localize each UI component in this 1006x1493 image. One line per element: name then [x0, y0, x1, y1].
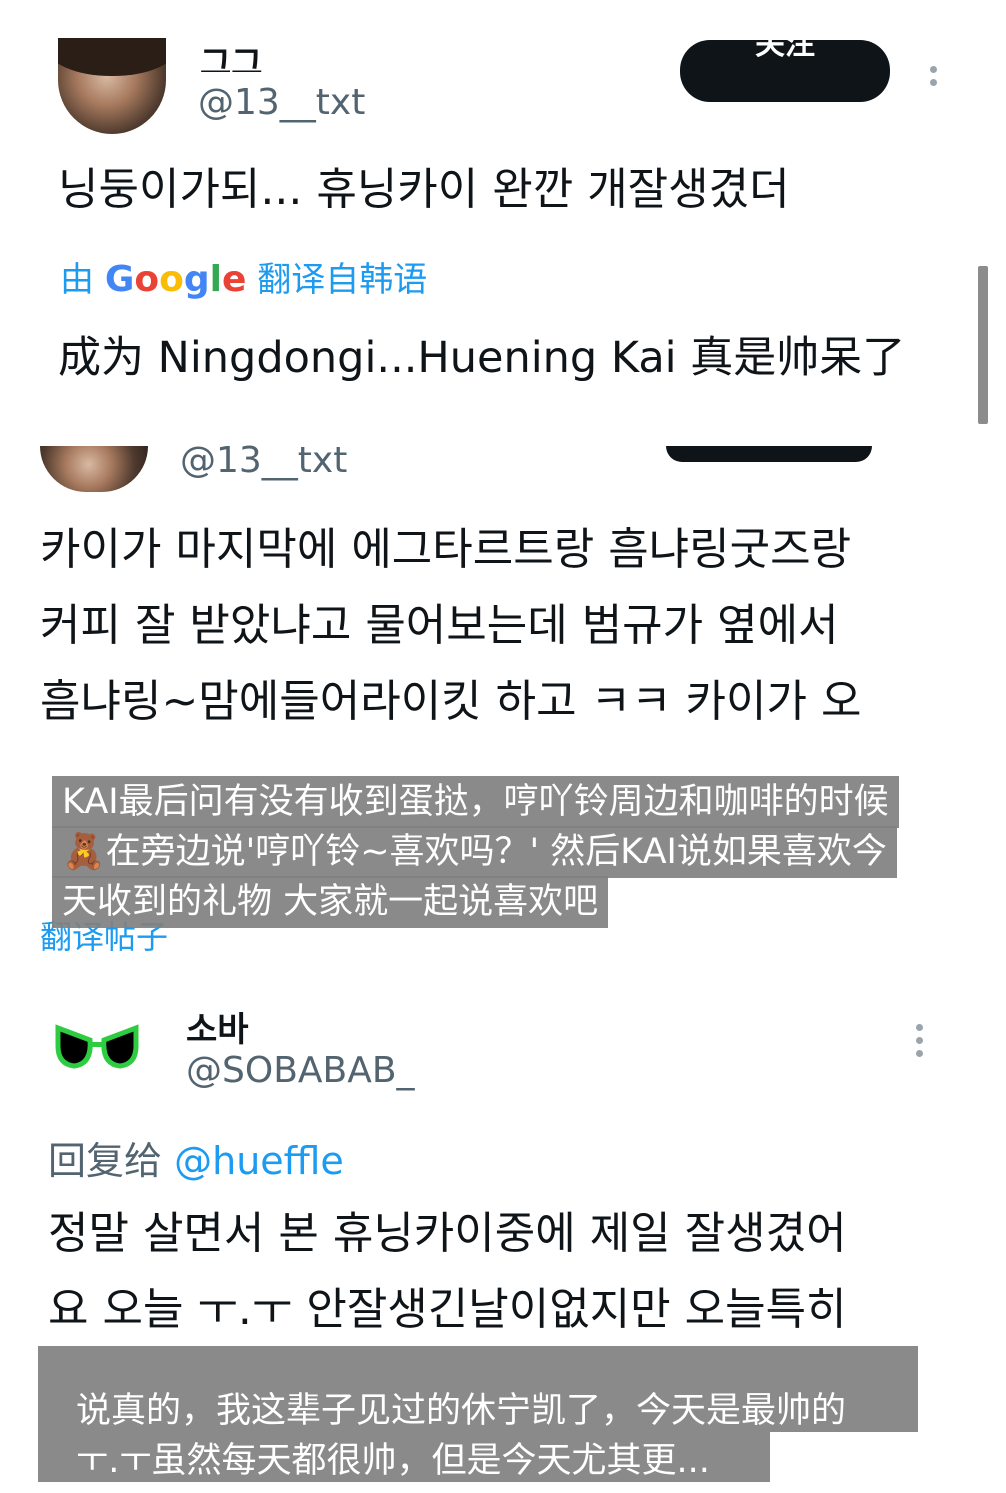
sunglasses-avatar-icon — [52, 1018, 142, 1078]
reply-prefix: 回复给 — [48, 1139, 163, 1183]
translated-from-korean: 翻译自韩语 — [257, 260, 428, 300]
more-options-icon[interactable] — [914, 1024, 924, 1057]
reply-context: 回复给 @hueffle — [48, 1130, 344, 1185]
translated-by-prefix: 由 — [60, 260, 94, 300]
tweet-line: 카이가 마지막에 에그타르트랑 흠냐링굿즈랑 — [40, 524, 852, 575]
follow-button[interactable] — [666, 446, 872, 462]
caption-line: ㅜ.ㅜ虽然每天都很帅，但是今天尤其更... — [76, 1441, 710, 1481]
avatar[interactable] — [58, 38, 166, 134]
user-handle[interactable]: @SOBABAB_ — [186, 1050, 415, 1091]
google-logo: Google — [104, 259, 247, 300]
caption-overlay: 🧸在旁边说'哼吖铃~喜欢吗？' 然后KAI说如果喜欢今 — [52, 826, 897, 878]
caption-overlay: KAI最后问有没有收到蛋挞，哼吖铃周边和咖啡的时候 — [52, 776, 899, 828]
more-options-icon[interactable] — [928, 66, 938, 86]
avatar[interactable] — [40, 446, 148, 492]
tweet-line: 요 오늘 ㅜ.ㅜ 안잘생긴날이없지만 오늘특히 — [48, 1284, 847, 1335]
tweet-line: 커피 잘 받았냐고 물어보는데 범규가 옆에서 — [40, 600, 839, 651]
follow-button[interactable]: 关注 — [680, 40, 890, 102]
scrollbar[interactable] — [978, 266, 988, 424]
follow-label: 关注 — [755, 40, 815, 62]
display-name[interactable]: 소바 — [186, 1002, 249, 1051]
caption-line: 说真的，我这辈子见过的休宁凯了，今天是最帅的 — [76, 1391, 847, 1431]
reply-to-link[interactable]: @hueffle — [174, 1139, 344, 1183]
user-handle[interactable]: @13__txt — [180, 440, 347, 481]
avatar[interactable] — [52, 1018, 142, 1078]
user-handle[interactable]: @13__txt — [198, 82, 365, 123]
tweet-text: 닝둥이가되... 휴닝카이 완깐 개잘생겼더 — [58, 164, 790, 215]
translated-text: 成为 Ningdongi...Huening Kai 真是帅呆了 — [58, 333, 906, 383]
caption-overlay: 天收到的礼物 大家就一起说喜欢吧 — [52, 876, 609, 928]
tweet-line: 흠냐링~맘에들어라이킷 하고 ㅋㅋ 카이가 오 — [40, 676, 862, 727]
display-name: 그그 — [200, 44, 263, 72]
google-translate-attribution: 由 Google 翻译自韩语 — [60, 252, 427, 301]
tweet-line: 정말 살면서 본 휴닝카이중에 제일 잘생겼어 — [48, 1208, 847, 1259]
